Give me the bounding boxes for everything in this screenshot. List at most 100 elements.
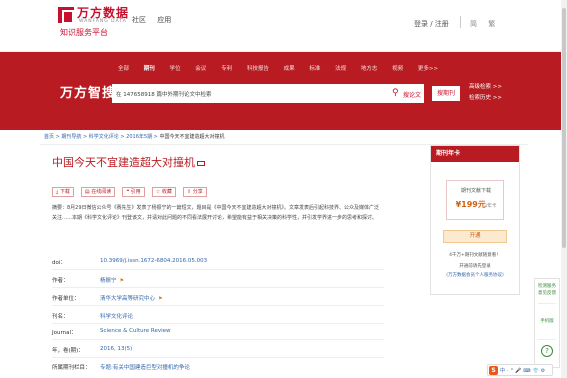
divider — [538, 339, 556, 340]
read-online-button[interactable]: ▤ 在线阅读 — [80, 187, 116, 197]
divider — [460, 16, 461, 28]
card-title: 期刊年卡 — [431, 146, 519, 162]
cite-label: 引用 — [130, 189, 141, 195]
search-history-link[interactable]: 检索历史 >> — [469, 93, 502, 104]
tab-more[interactable]: 更多>> — [418, 66, 438, 72]
lang-traditional-link[interactable]: 繁 — [488, 20, 495, 28]
divider — [52, 287, 384, 288]
download-label: 下载 — [59, 189, 70, 195]
article-title-text: 中国今天不宜建造超大对撞机 — [52, 156, 195, 169]
price-value: ¥199元/年卡 — [447, 199, 505, 210]
breadcrumb-home[interactable]: 首页 — [44, 134, 54, 140]
ime-toolbar[interactable]: S 中·°🎤⌨👕⚙ — [487, 364, 553, 376]
column-value[interactable]: 专题:有关中国建造巨型对撞机的争论 — [100, 363, 190, 371]
search-journal-button[interactable]: 搜期刊 — [432, 86, 460, 101]
year-volume-label: 年，卷(期)： — [52, 348, 84, 354]
mobile-version-link[interactable]: 手机版 — [535, 319, 559, 325]
affiliation-label: 作者单位： — [52, 296, 80, 302]
ime-logo-icon[interactable]: S — [489, 366, 498, 375]
brand-title: 万方智搜 — [60, 86, 117, 101]
breadcrumb-issue[interactable]: 2016年5期 — [126, 134, 152, 140]
tab-patent[interactable]: 专利 — [221, 66, 232, 72]
journal-name-label: 刊名： — [52, 314, 69, 320]
doi-value[interactable]: 10.3969/j.issn.1672-6804.2016.05.003 — [100, 258, 207, 264]
divider — [538, 303, 556, 304]
journal-en-label: Journal： — [52, 330, 77, 336]
institution-icon[interactable]: ⚑ — [158, 296, 162, 302]
tab-tech-report[interactable]: 科技报告 — [247, 66, 269, 72]
scholar-icon[interactable]: ⚑ — [120, 278, 124, 284]
tab-all[interactable]: 全部 — [118, 66, 129, 72]
service-agreement-link[interactable]: (万方数据会员个人服务协议) — [431, 272, 519, 278]
category-tabs: 全部 期刊 学位 会议 专利 科技报告 成果 标准 法规 地方志 视频 更多>> — [118, 64, 451, 72]
advanced-search-link[interactable]: 高级检索 >> — [469, 82, 502, 93]
price-unit: /年卡 — [485, 204, 497, 209]
column-label: 所属期刊栏目： — [52, 365, 91, 371]
article-abstract: 摘要：8月29日微信公众号《赛先生》发表了杨振宁的一篇短文，题目是《中国今天不宜… — [52, 205, 380, 221]
breadcrumb-journal[interactable]: 科学文化评论 — [89, 134, 119, 140]
search-papers-button[interactable]: 搜论文 — [403, 90, 421, 99]
wanfang-logo-icon[interactable] — [58, 7, 74, 24]
feedback-link[interactable]: 意见反馈 — [535, 291, 559, 297]
scrollbar-thumb[interactable] — [562, 8, 566, 248]
affiliation-value[interactable]: 清华大学高等研究中心 ⚑ — [100, 294, 163, 302]
favorite-label: 收藏 — [161, 189, 172, 195]
doi-label: doi： — [52, 260, 66, 266]
nav-apps-link[interactable]: 应用 — [157, 16, 171, 24]
search-extra-links: 高级检索 >> 检索历史 >> — [469, 82, 502, 104]
tag-icon — [197, 160, 205, 166]
language-switch: 简 繁 — [470, 19, 504, 29]
floating-toolbar: 检测服务 意见反馈 手机版 ? — [534, 278, 560, 368]
price-amount: ¥199元 — [455, 200, 486, 209]
tab-standard[interactable]: 标准 — [309, 66, 320, 72]
author-value[interactable]: 杨振宁 ⚑ — [100, 276, 124, 284]
share-label: 分享 — [192, 189, 203, 195]
tab-journal[interactable]: 期刊 — [144, 66, 155, 72]
favorite-button[interactable]: ☆ 收藏 — [151, 187, 176, 197]
detection-service-link[interactable]: 检测服务 — [535, 284, 559, 290]
tab-regulation[interactable]: 法规 — [335, 66, 346, 72]
card-login-note: 开通前请先登录 — [459, 264, 491, 269]
help-icon[interactable]: ? — [541, 345, 553, 357]
cite-button[interactable]: ❝ 引用 — [122, 187, 145, 197]
tab-achievement[interactable]: 成果 — [284, 66, 295, 72]
lang-simplified-link[interactable]: 简 — [470, 20, 477, 28]
article-title: 中国今天不宜建造超大对撞机 — [52, 154, 205, 170]
search-icon[interactable]: ⚲ — [392, 88, 399, 98]
share-button[interactable]: ⇪ 分享 — [182, 187, 207, 197]
open-card-button[interactable]: 开通 — [443, 230, 507, 243]
card-note: 4千万+期刊文献随意看！ — [449, 253, 501, 258]
search-box: ⚲ 搜论文 — [112, 84, 424, 103]
read-online-label: 在线阅读 — [91, 189, 112, 195]
tab-video[interactable]: 视频 — [392, 66, 403, 72]
divider — [52, 269, 384, 270]
tab-degree[interactable]: 学位 — [170, 66, 181, 72]
breadcrumb-current: 中国今天不宜建造超大对撞机 — [159, 134, 225, 140]
divider — [52, 357, 384, 358]
tab-conference[interactable]: 会议 — [195, 66, 206, 72]
author-label: 作者： — [52, 278, 69, 284]
journal-name-value[interactable]: 科学文化评论 — [100, 312, 133, 320]
journal-en-value[interactable]: Science & Culture Review — [100, 328, 171, 334]
scrollbar[interactable] — [561, 0, 567, 378]
divider — [52, 323, 384, 324]
year-volume-value[interactable]: 2016, 13(5) — [100, 346, 132, 352]
platform-tagline: 知识服务平台 — [60, 28, 108, 37]
nav-community-link[interactable]: 社区 — [132, 16, 146, 24]
divider — [52, 339, 384, 340]
author-name[interactable]: 杨振宁 — [100, 278, 117, 284]
article-actions: ⤓ 下载 ▤ 在线阅读 ❝ 引用 ☆ 收藏 ⇪ 分享 — [52, 178, 209, 197]
search-input[interactable] — [116, 86, 378, 101]
login-register-link[interactable]: 登录 / 注册 — [414, 19, 449, 29]
divider — [52, 305, 384, 306]
price-label: 期刊文献下载 — [460, 188, 491, 194]
tab-local-chronicle[interactable]: 地方志 — [361, 66, 378, 72]
download-button[interactable]: ⤓ 下载 — [52, 187, 74, 197]
affiliation-name[interactable]: 清华大学高等研究中心 — [100, 296, 155, 302]
annual-card-panel: 期刊年卡 期刊文献下载 ¥199元/年卡 开通 4千万+期刊文献随意看！ 开通前… — [430, 145, 520, 295]
breadcrumb-journal-nav[interactable]: 期刊导航 — [61, 134, 81, 140]
ime-tools[interactable]: 中·°🎤⌨👕⚙ — [500, 367, 547, 374]
logo-subtitle: WANFANG DATA — [79, 19, 127, 24]
top-nav: 社区 应用 — [132, 15, 180, 25]
page: 万方数据 WANFANG DATA 知识服务平台 社区 应用 登录 / 注册 简… — [0, 0, 567, 378]
